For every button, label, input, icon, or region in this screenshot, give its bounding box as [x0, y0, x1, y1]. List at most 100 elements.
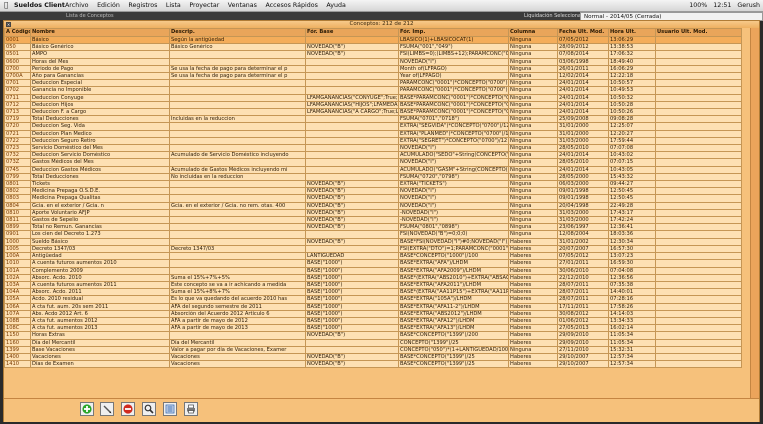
table-row[interactable]: 0810 Aporte Voluntario AFJP NOVEDAD("B") -N…: [4, 208, 742, 218]
delete-button[interactable]: [121, 402, 135, 416]
cell-formula-imp: PARAMCONC("0001")*CONCEPTO("0700"): [398, 86, 509, 95]
col-header-hora[interactable]: Hora Ult.: [608, 28, 656, 37]
table-row[interactable]: 1150 Horas Extras NOVEDAD("B") BASE*CONCEPT…: [4, 331, 742, 340]
print-button[interactable]: [184, 402, 198, 416]
table-row[interactable]: 105A Acdo. 2010 residual Es lo que va qued…: [4, 295, 742, 304]
col-header-nombre[interactable]: Nombre: [30, 28, 170, 37]
table-row[interactable]: 107A Abs. Acdo 2012 Art. 6 Absorción del A…: [4, 309, 742, 318]
table-row[interactable]: 0745 Deduccion Gastos Médicos Acumulado de…: [4, 165, 742, 174]
table-row[interactable]: 0801 Tickets NOVEDAD("B") EXTRA("TICKETS") N…: [4, 180, 742, 189]
menu-ayuda[interactable]: Ayuda: [326, 2, 345, 9]
cell-nombre: Sueldo Básico: [30, 237, 170, 246]
table-row[interactable]: 106A A cta fut. aum. 20s sem 2011 AFA del …: [4, 302, 742, 311]
status-area: 100% 12:51 Gerush: [685, 0, 760, 11]
menu-ventanas[interactable]: Ventanas: [228, 2, 257, 9]
cell-columna: Ninguna: [508, 345, 558, 354]
table-row[interactable]: 0501 AMPO NOVEDAD("B") FSI(LIMBS=0);(LIMBS+…: [4, 50, 742, 59]
cell-formula-imp: LBASICO(1)+LBASICOCAT(1): [398, 35, 509, 45]
table-row[interactable]: 1010 A cuenta futuros aumentos 2010 BASE("…: [4, 259, 742, 268]
table-row[interactable]: 0803 Medicina Prepaga Qualitas NOVEDAD("B"…: [4, 194, 742, 203]
cell-formula-base: LFAMGANANCIAS("HIJOS";LFAMEDAD<=24: [305, 100, 399, 110]
cell-formula-base: BASE("1000"): [305, 295, 399, 304]
edit-button[interactable]: [100, 402, 114, 416]
table-row[interactable]: 0719 Total Deducciones Incluidas en la red…: [4, 115, 742, 124]
table-row[interactable]: 0899 Total no Remun. Ganancias NOVEDAD("B"…: [4, 223, 742, 232]
table-row[interactable]: 0721 Deduccion Plan Medico EXTRA("PLANMED"…: [4, 129, 742, 138]
table-row[interactable]: 0804 Gcia. en el exterior / Gcia. n Gcia. …: [4, 201, 742, 210]
col-header-codigo[interactable]: A Código: [4, 28, 31, 37]
cell-hora: 10:43:05: [608, 165, 656, 174]
cell-usuario: [655, 216, 742, 225]
table-row[interactable]: 103A A cuenta futuros aumentos 2011 Este c…: [4, 280, 742, 290]
col-header-formula-base[interactable]: Fór. Base: [305, 28, 399, 37]
close-icon[interactable]: ×: [6, 22, 11, 27]
cell-formula-base: NOVEDAD("B"): [305, 360, 399, 369]
menu-proyectar[interactable]: Proyectar: [189, 2, 219, 9]
clock-text[interactable]: 12:51: [713, 2, 731, 9]
cell-hora: 12:25:07: [608, 122, 656, 131]
table-row[interactable]: 0802 Medicina Prepaga O.S.D.E. NOVEDAD("B"…: [4, 187, 742, 196]
table-row[interactable]: 0732 Deduccion Servicio Doméstico Acumulad…: [4, 151, 742, 160]
table-row[interactable]: 1410 Días de Examen Vacaciones NOVEDAD("B")…: [4, 360, 742, 369]
cell-formula-imp: BASE*EXTRA("AFA2011")/LHDM: [398, 280, 509, 290]
vertical-scrollbar[interactable]: [750, 28, 759, 415]
menu-archivo[interactable]: Archivo: [65, 2, 89, 9]
table-row[interactable]: 0901 Los cien del Decreto 1.273 FSI(NOVEDA…: [4, 230, 742, 239]
table-row[interactable]: 102A Absorc. Acdo. 2010 Suma el 15%+7%+5% B…: [4, 273, 742, 282]
col-header-formula-imp[interactable]: Fór. Imp.: [398, 28, 509, 37]
table-row[interactable]: 104A Absorc. Acdo. 2011 Suma el 15%+8%+7% B…: [4, 288, 742, 297]
add-button[interactable]: [80, 402, 94, 416]
table-row[interactable]: 0001 Básico Según la antigüedad LBASICO(1)+…: [4, 35, 742, 45]
battery-text[interactable]: 100%: [689, 2, 707, 9]
cell-formula-base: NOVEDAD("B"): [305, 352, 399, 362]
table-row[interactable]: 1160 Día del Mercantil Día del Mercantil CO…: [4, 338, 742, 347]
table-row[interactable]: 0700A Año para Ganancias Se usa la fecha d…: [4, 72, 742, 81]
menu-registros[interactable]: Registros: [128, 2, 157, 9]
table-row[interactable]: 073Z Gastos Médicos del Mes NOVEDAD("I") Ni…: [4, 158, 742, 167]
table-row[interactable]: 1005 Decreto 1347/03 Decreto 1347/03 FSI(EX…: [4, 244, 742, 254]
cell-formula-imp: BASE*CONCEPTO("1399")/25: [398, 360, 509, 369]
sort-button[interactable]: [163, 402, 177, 416]
table-row[interactable]: 0720 Deduccion Seg. Vida EXTRA("SEGVIDA")*…: [4, 122, 742, 131]
table-row[interactable]: 108C A cta fut. aumentos 2013 AFA a partir…: [4, 324, 742, 333]
table-row[interactable]: 0700 Periodo de Pago Se usa la fecha de pa…: [4, 64, 742, 74]
cell-formula-imp: FSI(NOVEDAD("B")=0;0;0): [398, 230, 509, 239]
cell-formula-imp: BASE*PARAMCONC("0001")*CONCEPTO("0700"): [398, 100, 509, 110]
cell-columna: Ninguna: [508, 108, 558, 117]
table-row[interactable]: 101A Complemento 2009 BASE("1000") BASE*EXT…: [4, 266, 742, 275]
table-row[interactable]: 0713 Deduccion F. a Cargo LFAMGANANCIAS("A…: [4, 108, 742, 117]
cell-formula-base: [305, 86, 399, 95]
apple-icon[interactable]: : [4, 0, 8, 11]
app-name[interactable]: Sueldos Client: [14, 0, 65, 11]
menu-lista[interactable]: Lista: [166, 2, 181, 9]
table-row[interactable]: 0702 Ganancia no Imponible PARAMCONC("0001…: [4, 86, 742, 95]
user-name[interactable]: Gerush: [737, 2, 760, 9]
table-row[interactable]: 1400 Vacaciones Vacaciones NOVEDAD("B") BASE…: [4, 352, 742, 362]
table-row[interactable]: 0723 Servicio Doméstico del Mes NOVEDAD("I…: [4, 144, 742, 153]
col-header-descrip[interactable]: Descrip.: [169, 28, 306, 37]
menu-accesos-rapidos[interactable]: Accesos Rápidos: [265, 2, 317, 9]
table-row[interactable]: 0722 Deduccion Seguro Retiro EXTRA("SEGRET…: [4, 136, 742, 146]
cell-nombre: Deduccion Servicio Doméstico: [30, 151, 170, 160]
table-row[interactable]: 0712 Deduccion Hijos LFAMGANANCIAS("HIJOS"…: [4, 100, 742, 110]
cell-nombre: Abs. Acdo 2012 Art. 6: [30, 309, 170, 318]
col-header-fecha[interactable]: Fecha Ult. Mod.: [557, 28, 609, 37]
table-row[interactable]: 050 Básico Genérico Básico Genérico NOVEDAD…: [4, 43, 742, 52]
table-row[interactable]: 1000 Sueldo Básico NOVEDAD("B") BASE*FSI(NO…: [4, 237, 742, 246]
cell-usuario: [655, 252, 742, 261]
col-header-usuario[interactable]: Usuario Ult. Mod.: [655, 28, 742, 37]
table-row[interactable]: 0811 Gastos de Sepelio NOVEDAD("B") -NOVEDA…: [4, 216, 742, 225]
cell-formula-base: [305, 338, 399, 347]
cell-fecha: 24/01/2014: [557, 93, 609, 102]
cell-formula-base: [305, 244, 399, 254]
table-row[interactable]: 100A Antigüedad LANTIGÜEDAD BASE*CONCEPTO("…: [4, 252, 742, 261]
table-row[interactable]: 1399 Base Vacaciones Valor a pagar por día…: [4, 345, 742, 354]
col-header-columna[interactable]: Columna: [508, 28, 558, 37]
table-row[interactable]: 0701 Deduccion Especial PARAMCONC("0001")*…: [4, 79, 742, 88]
search-button[interactable]: [142, 402, 156, 416]
table-row[interactable]: 108B A cta fut. aumentos 2012 AFA a partir…: [4, 316, 742, 326]
menu-edicion[interactable]: Edición: [97, 2, 120, 9]
table-row[interactable]: 0711 Deduccion Conyuge LFAMGANANCIAS("CONY…: [4, 93, 742, 102]
table-row[interactable]: 0600 Horas del Mes NOVEDAD("I") Ninguna 03/0…: [4, 57, 742, 66]
table-row[interactable]: 0799 Total Deducciones No incluidas en la …: [4, 172, 742, 182]
